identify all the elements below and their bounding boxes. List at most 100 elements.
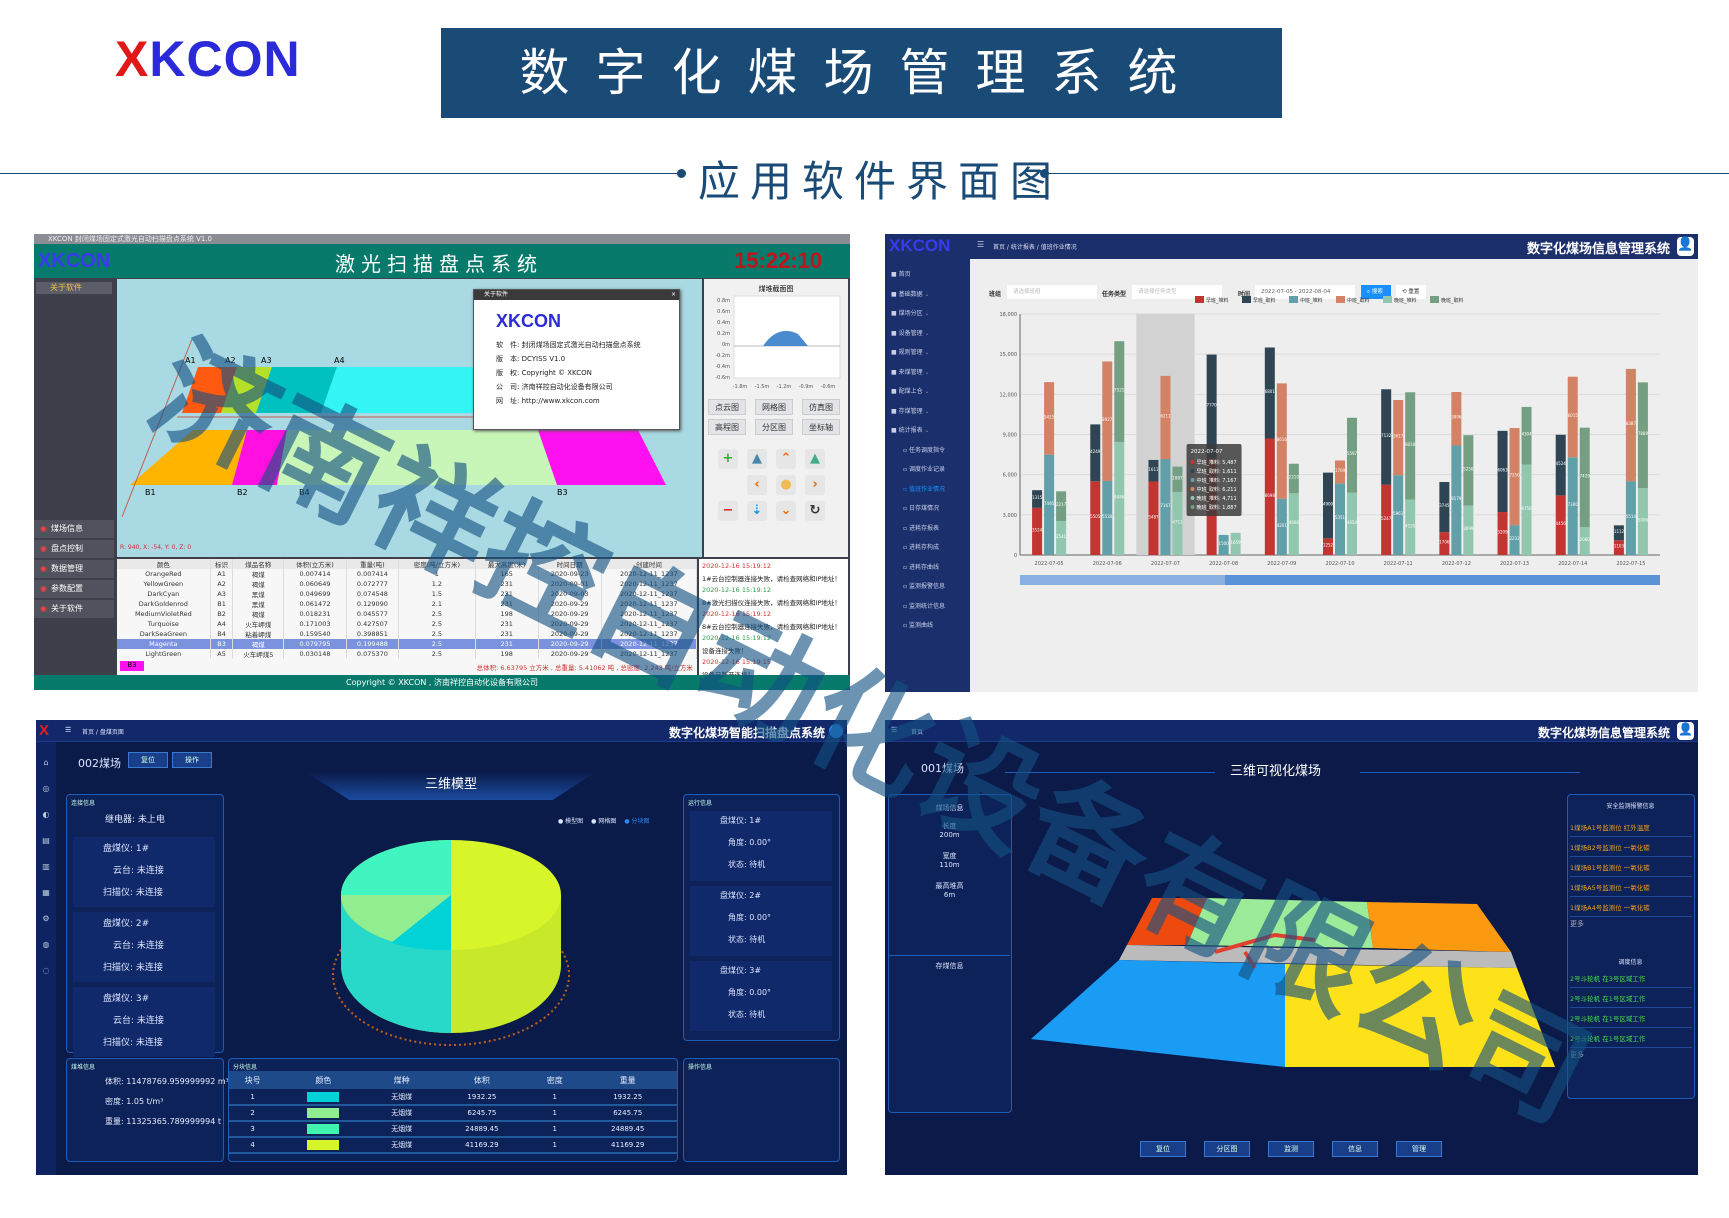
sidebar-item[interactable]: ▫ 任务调度指令	[903, 445, 945, 454]
list-item[interactable]: 2号斗轮机 在1号区域工作	[1570, 1030, 1692, 1048]
view-button[interactable]: 网格图	[755, 399, 793, 415]
view-button[interactable]: 分区图	[755, 419, 793, 435]
3d-yard-scene[interactable]	[1015, 880, 1575, 1090]
list-item[interactable]: 1煤场B1号监测位 一氧化碳	[1570, 859, 1692, 877]
table-row[interactable]: DarkCyan A3 黑煤 0.049699 0.074548 1.5 231 2020-0…	[117, 589, 698, 599]
event-log[interactable]: 2020-12-16 15:19:12 1#云台控制器连接失败，请检查网络和IP地…	[699, 559, 848, 679]
list-item[interactable]: 2号斗轮机 在1号区域工作	[1570, 990, 1692, 1008]
sidebar-item[interactable]: ◉ 盘点控制	[34, 540, 114, 558]
user-avatar[interactable]: 👤	[1677, 237, 1694, 256]
toolbar-button[interactable]: 分区图	[1204, 1141, 1250, 1157]
sidebar-item[interactable]: ■ 统计报表 ⌄	[891, 425, 930, 434]
pan-left-icon[interactable]: ‹	[747, 475, 767, 495]
list-item[interactable]: 1煤场B2号监测位 一氧化碳	[1570, 839, 1692, 857]
table-row[interactable]: YellowGreen A2 褐煤 0.060649 0.072777 1.2 231 202…	[117, 579, 698, 589]
toolbar-button[interactable]: 信息	[1332, 1141, 1378, 1157]
toolbar-button[interactable]: 复位	[1140, 1141, 1186, 1157]
zone-orange[interactable]	[1367, 902, 1511, 952]
user-avatar[interactable]	[829, 724, 843, 738]
close-icon[interactable]: ×	[671, 290, 676, 300]
list-item[interactable]: 2号斗轮机 在3号区域工作	[1570, 970, 1692, 988]
table-row[interactable]: DarkSeaGreen B4 粘着岬煤 0.159540 0.398851 2.5 231…	[117, 629, 698, 639]
pan-up-icon[interactable]: ⌃	[776, 449, 796, 469]
table-row[interactable]: 3 无烟煤 24889.45 1 24889.45	[229, 1121, 677, 1138]
rotate-icon[interactable]: ↻	[805, 501, 825, 521]
user-avatar[interactable]: 👤	[1677, 722, 1694, 740]
table-row[interactable]: Magenta B3 褐煤 0.079795 0.199488 2.5 231 2020-09…	[117, 639, 698, 649]
3d-pile-model[interactable]	[311, 825, 591, 1055]
sidebar-item[interactable]: ◉ 参数配置	[34, 580, 114, 598]
sidebar-item[interactable]: ■ 来煤管理 ⌄	[891, 367, 930, 376]
zone-b4[interactable]	[277, 430, 557, 485]
sidebar-item[interactable]: ■ 规则管理 ⌄	[891, 347, 930, 356]
breadcrumb-item[interactable]: 统计报表	[1011, 244, 1035, 251]
sidebar-item[interactable]: ▫ 进耗存构成	[903, 542, 939, 551]
sidebar-item[interactable]: ▫ 监测报警信息	[903, 581, 945, 590]
breadcrumb-item[interactable]: 首页	[82, 729, 94, 736]
sidebar-item[interactable]: ▫ 日存煤情况	[903, 503, 939, 512]
view-side-icon[interactable]: ▲	[805, 449, 825, 469]
sidebar-item[interactable]: ▫ 进耗存曲线	[903, 562, 939, 571]
zoom-in-icon[interactable]: +	[718, 449, 738, 469]
sidebar-item[interactable]: ▫ 监测曲线	[903, 620, 933, 629]
sidebar-item[interactable]: ▫ 调度作业记录	[903, 464, 945, 473]
sidebar-item[interactable]: ■ 基础数据 ⌄	[891, 289, 930, 298]
view-radio[interactable]: ● 模型图	[558, 818, 583, 825]
table-row[interactable]: LightGreen A5 火车岬煤5 0.030148 0.075370 2.5 198 2…	[117, 649, 698, 659]
sidebar-about-top[interactable]: 关于软件	[36, 282, 112, 294]
table-row[interactable]: 2 无烟煤 6245.75 1 6245.75	[229, 1105, 677, 1122]
sidebar-item[interactable]: ▫ 监测统计信息	[903, 601, 945, 610]
toolbar-button[interactable]: 管理	[1396, 1141, 1442, 1157]
list-item[interactable]: 1煤场A5号监测位 一氧化碳	[1570, 879, 1692, 897]
menu-toggle-icon[interactable]: ☰	[977, 240, 984, 249]
sidebar-item[interactable]: ■ 设备管理 ⌄	[891, 328, 930, 337]
view-button[interactable]: 点云图	[708, 399, 746, 415]
zoom-out-icon[interactable]: −	[718, 501, 738, 521]
reset-button[interactable]: 复位	[128, 752, 168, 768]
list-item[interactable]: 1煤场A4号监测位 一氧化碳	[1570, 899, 1692, 917]
sidebar-item[interactable]: ■ 煤场分区 ⌄	[891, 308, 930, 317]
table-row[interactable]: Turquoise A4 火车岬煤 0.171003 0.427507 2.5 231 202…	[117, 619, 698, 629]
tab-3d-model[interactable]: 三维模型	[306, 772, 596, 800]
sidebar-item[interactable]: ◉ 煤场信息	[34, 520, 114, 538]
sidebar-item[interactable]: ■ 配煤上仓 ⌄	[891, 386, 930, 395]
view-button[interactable]: 高程图	[708, 419, 746, 435]
zone-yellow[interactable]	[1285, 964, 1555, 1067]
sidebar-item[interactable]: ◉ 关于软件	[34, 600, 114, 618]
table-row[interactable]: MediumVioletRed B2 褐煤 0.018231 0.045577 2.5 19…	[117, 609, 698, 619]
view-radio[interactable]: ● 网格图	[591, 818, 616, 825]
view-front-icon[interactable]: ▲	[747, 449, 767, 469]
table-row[interactable]: 4 无烟煤 41169.29 1 41169.29	[229, 1137, 677, 1154]
menu-toggle-icon[interactable]: ☰	[65, 726, 71, 734]
light-icon[interactable]: ●	[776, 475, 796, 495]
more-link[interactable]: 更多	[1570, 1050, 1584, 1060]
breadcrumb[interactable]: 首页	[911, 727, 923, 736]
zone-blue[interactable]	[1031, 960, 1285, 1067]
sidebar-item[interactable]: ■ 首页	[891, 269, 911, 278]
menu-toggle-icon[interactable]: ☰	[891, 726, 897, 734]
sidebar-item[interactable]: ◉ 数据管理	[34, 560, 114, 578]
sidebar-item[interactable]: ■ 存煤管理 ⌄	[891, 406, 930, 415]
list-item[interactable]: 2号斗轮机 在1号区域工作	[1570, 1010, 1692, 1028]
zone-b3[interactable]	[538, 430, 666, 485]
pan-down-icon[interactable]: ⌄	[776, 501, 796, 521]
view-button[interactable]: 坐标轴	[802, 419, 840, 435]
reset-view-icon[interactable]: ⇣	[747, 501, 767, 521]
operate-button[interactable]: 操作	[172, 752, 212, 768]
pan-right-icon[interactable]: ›	[805, 475, 825, 495]
breadcrumb-item[interactable]: 盘煤页面	[100, 729, 124, 736]
list-item[interactable]: 1煤场A1号监测位 红外温度	[1570, 819, 1692, 837]
sidebar-item[interactable]: ▫ 进耗存报表	[903, 523, 939, 532]
table-row[interactable]: OrangeRed A1 褐煤 0.007414 0.007414 1 165 2020-09…	[117, 569, 698, 579]
breadcrumb-item[interactable]: 首页	[993, 244, 1005, 251]
zone-green[interactable]	[1187, 898, 1373, 948]
zone-b1[interactable]	[130, 430, 247, 485]
table-row[interactable]: DarkGoldenrod B1 黑煤 0.061472 0.129090 2.1 231 2…	[117, 599, 698, 609]
more-link[interactable]: 更多	[1570, 919, 1584, 929]
sidebar-icons[interactable]: ⌂ ◎ ◐ ▤ ▥ ▦ ⚙ ◍ ◌	[36, 742, 56, 984]
view-radio[interactable]: ● 分块图	[624, 818, 649, 825]
table-row[interactable]: 1 无烟煤 1932.25 1 1932.25	[229, 1089, 677, 1106]
toolbar-button[interactable]: 监测	[1268, 1141, 1314, 1157]
breadcrumb-item[interactable]: 值班作业情况	[1041, 244, 1077, 251]
sidebar-item[interactable]: ▫ 值班作业情况	[903, 484, 945, 493]
